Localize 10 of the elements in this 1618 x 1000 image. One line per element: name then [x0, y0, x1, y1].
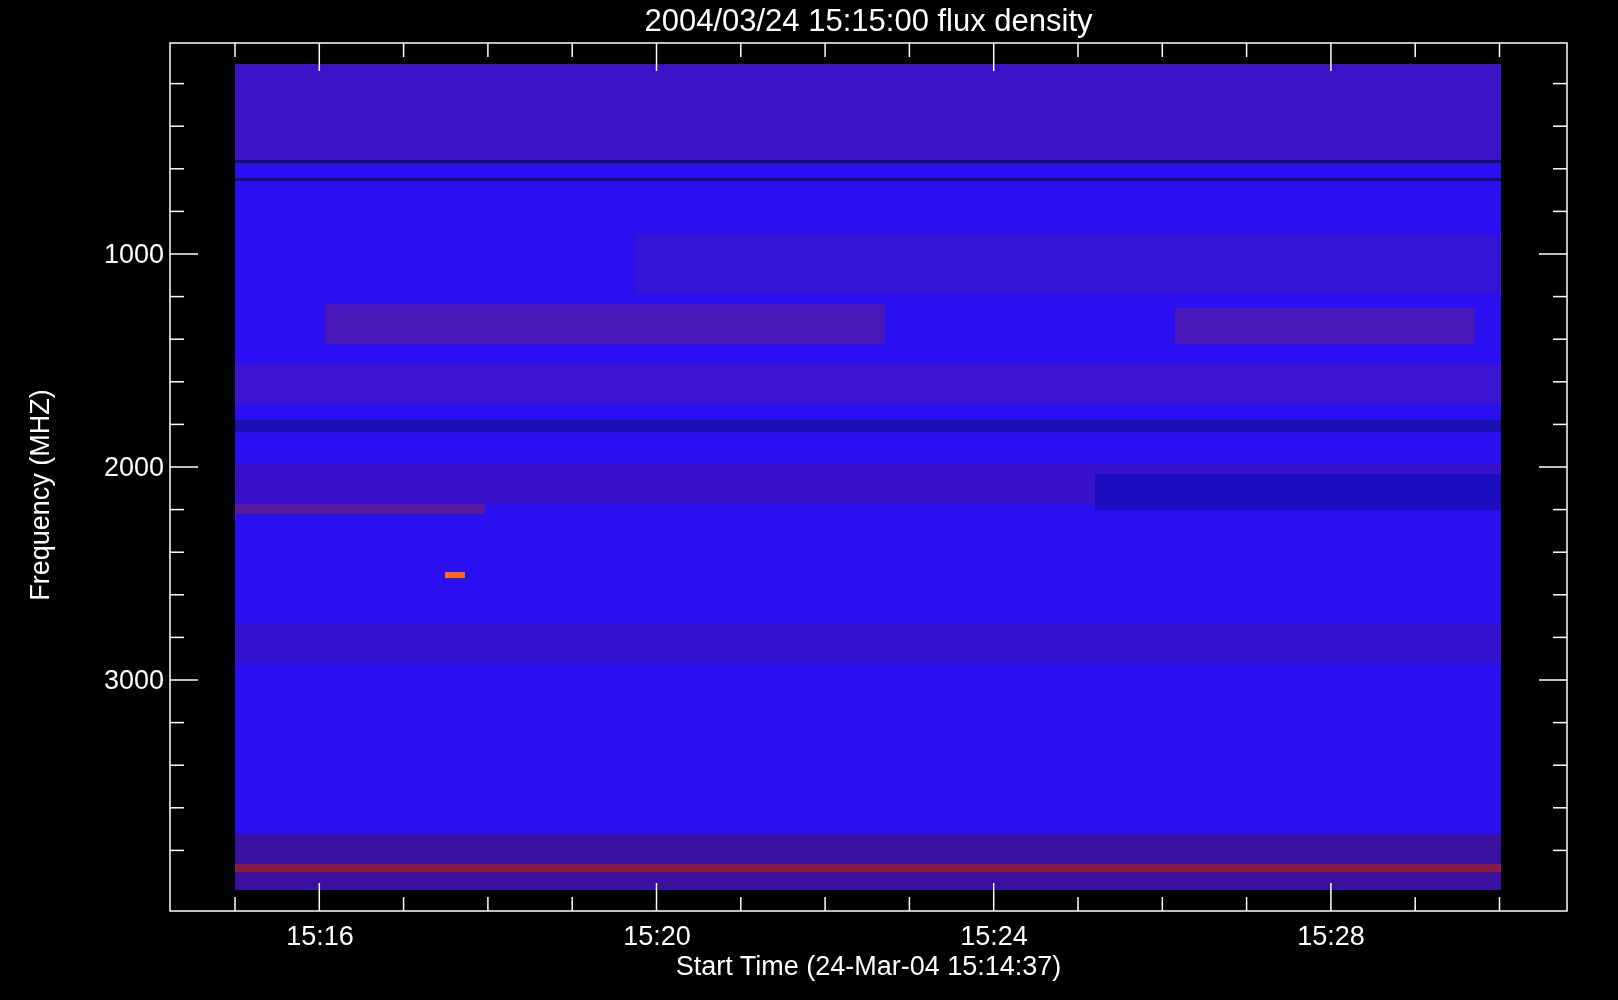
x-tick-label: 15:28 [1296, 921, 1366, 951]
plot-title: 2004/03/24 15:15:00 flux density [643, 2, 1094, 40]
y-tick-label: 1000 [102, 239, 164, 269]
x-tick-label: 15:24 [959, 921, 1029, 951]
y-tick-label: 3000 [102, 665, 164, 695]
x-tick-label: 15:20 [622, 921, 692, 951]
y-axis-label: Frequency (MHZ) [25, 389, 55, 601]
y-tick-label: 2000 [102, 452, 164, 482]
x-tick-label: 15:16 [285, 921, 355, 951]
x-axis-label: Start Time (24-Mar-04 15:14:37) [674, 950, 1063, 982]
